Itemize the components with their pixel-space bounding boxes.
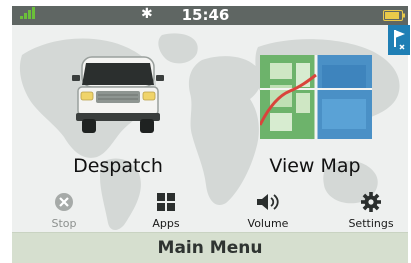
apps-grid-icon — [157, 193, 175, 211]
flag-button[interactable] — [388, 25, 410, 55]
map-background: Despatch View Map Stop Apps Volume Setti… — [12, 25, 408, 232]
despatch-label: Despatch — [73, 155, 163, 177]
apps-button[interactable]: Apps — [129, 187, 203, 237]
view-map-tile[interactable]: View Map — [250, 47, 380, 187]
flag-icon — [394, 30, 405, 50]
gear-icon — [361, 192, 381, 212]
van-icon — [72, 56, 164, 133]
volume-button[interactable]: Volume — [231, 187, 305, 237]
speaker-icon — [257, 194, 279, 210]
footer-bar: Main Menu — [12, 232, 408, 263]
battery-icon — [383, 10, 405, 21]
stop-button[interactable]: Stop — [27, 187, 101, 237]
status-time: 15:46 — [181, 6, 230, 24]
settings-button[interactable]: Settings — [334, 187, 408, 237]
main-menu-screen: ✱ 15:46 Despatch View Map Stop Apps Volu… — [0, 0, 411, 263]
settings-label: Settings — [348, 217, 394, 230]
map-icon — [260, 55, 372, 139]
volume-label: Volume — [247, 217, 289, 230]
apps-label: Apps — [152, 217, 180, 230]
view-map-label: View Map — [269, 155, 361, 177]
despatch-tile[interactable]: Despatch — [58, 47, 178, 187]
stop-label: Stop — [51, 217, 77, 230]
page-title: Main Menu — [157, 238, 263, 258]
stop-icon — [55, 193, 73, 211]
